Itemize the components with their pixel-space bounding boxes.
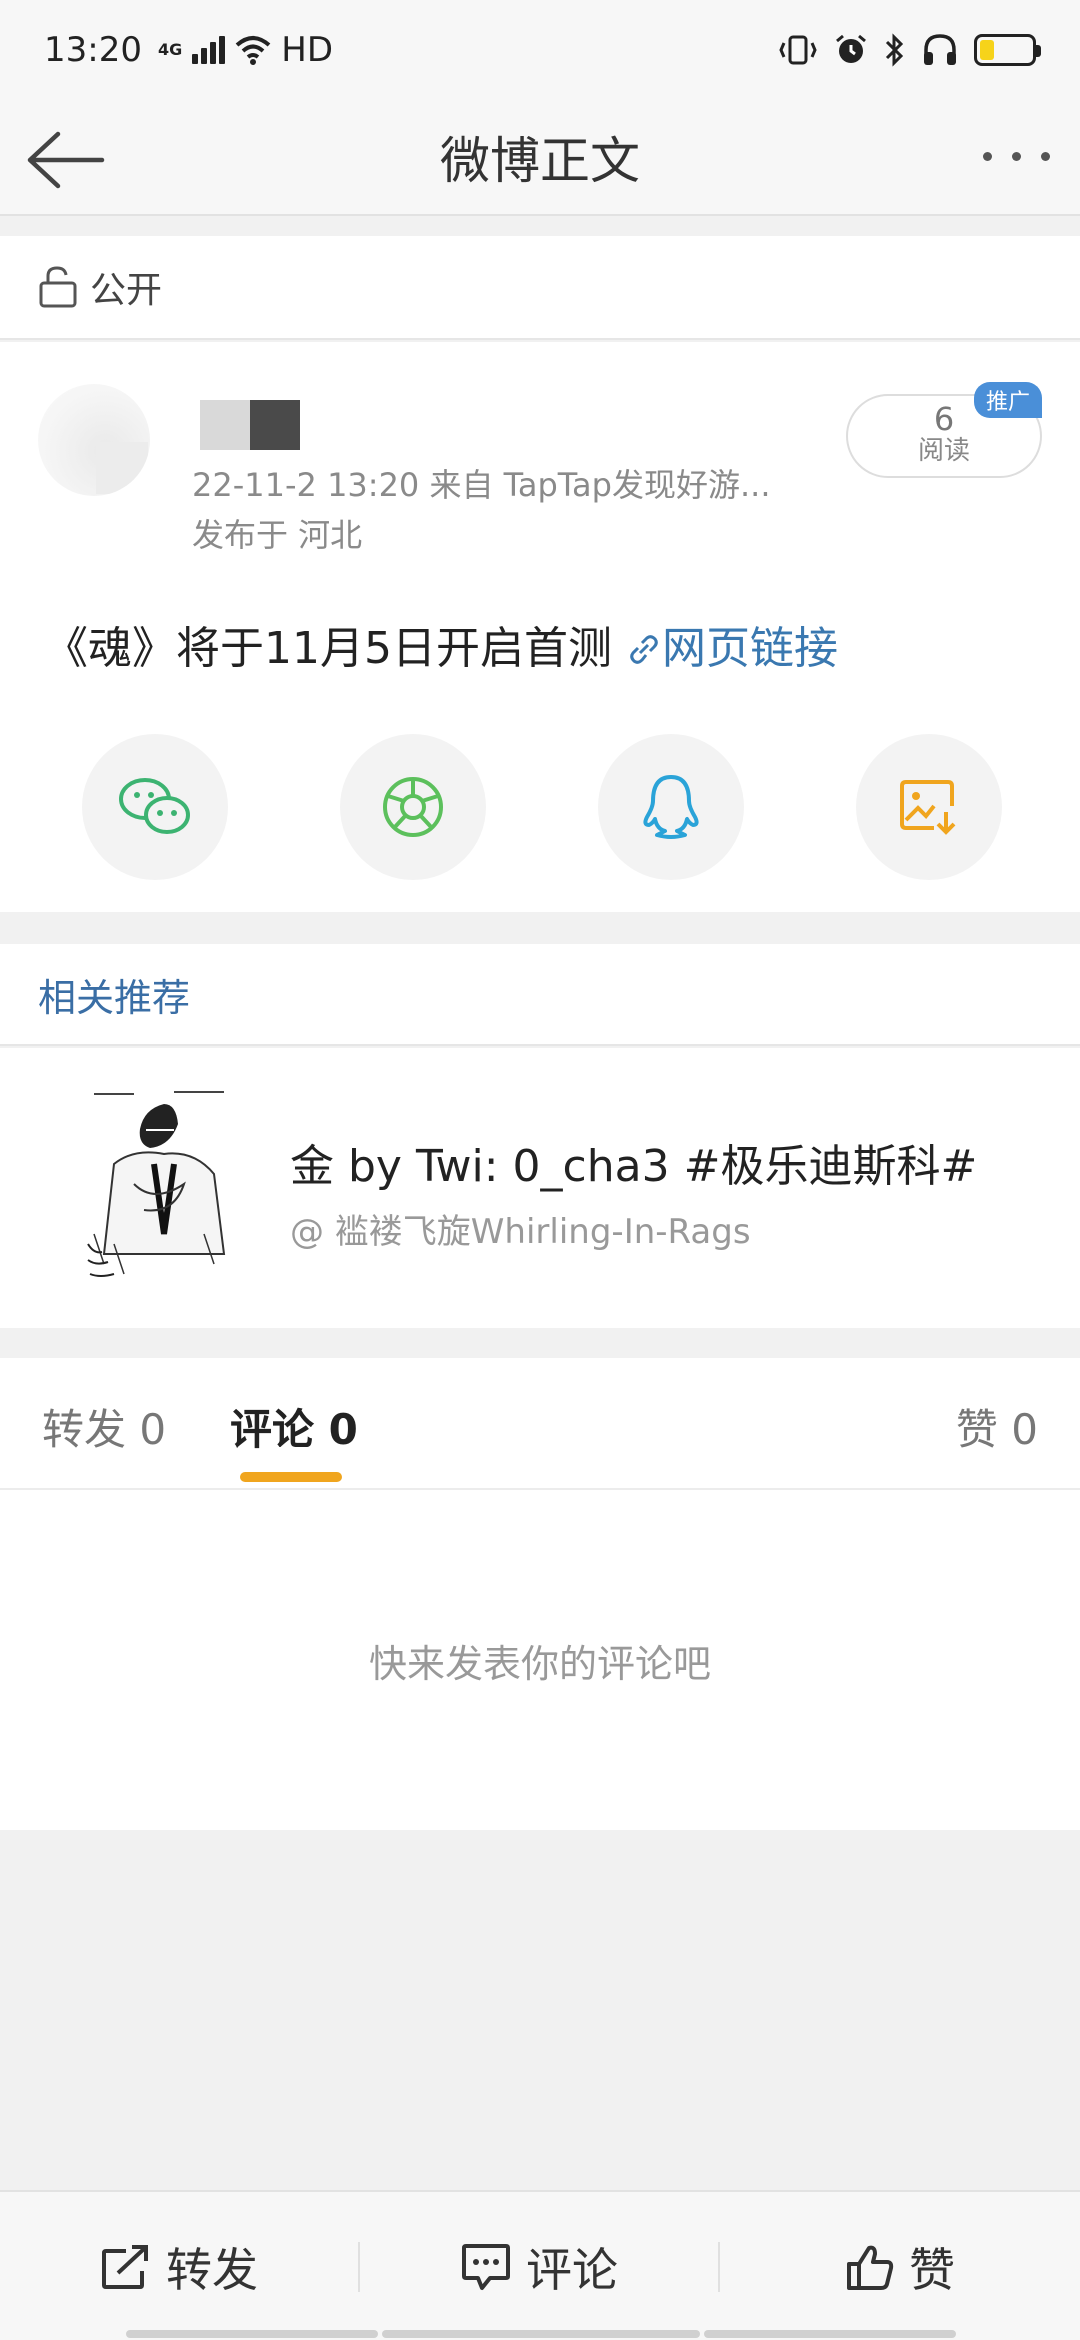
nav-bar: 微博正文 — [0, 100, 1080, 216]
status-time: 13:20 — [44, 30, 142, 70]
moments-icon — [383, 777, 443, 837]
battery-icon — [974, 34, 1041, 66]
battery-level — [980, 40, 994, 60]
empty-comments-text: 快来发表你的评论吧 — [368, 1641, 711, 1686]
wifi-icon — [235, 36, 271, 65]
read-label: 阅读 — [917, 436, 970, 466]
related-thumbnail[interactable] — [74, 1084, 254, 1284]
share-moments-button[interactable] — [340, 734, 486, 880]
home-indicator — [382, 2330, 700, 2338]
save-image-icon — [900, 780, 956, 835]
post-body: 《魂》将于11月5日开启首测 — [44, 623, 626, 674]
comment-label: 评论 — [526, 2243, 618, 2297]
visibility-label: 公开 — [90, 270, 163, 311]
wechat-icon — [119, 778, 190, 834]
promo-tag[interactable]: 推广 — [973, 382, 1042, 418]
share-wechat-button[interactable] — [82, 734, 228, 880]
hd-label: HD — [281, 30, 333, 70]
share-row — [0, 734, 1080, 884]
like-label: 赞 — [909, 2243, 955, 2297]
status-right — [778, 33, 1041, 67]
active-tab-indicator — [240, 1472, 342, 1482]
comments-area: 快来发表你的评论吧 — [0, 1490, 1080, 1830]
repost-icon — [102, 2245, 148, 2289]
comment-button[interactable]: 评论 — [360, 2192, 718, 2340]
bluetooth-icon — [885, 33, 904, 67]
unlock-icon — [39, 266, 77, 308]
comment-icon — [462, 2244, 510, 2290]
post-location: 发布于 河北 — [192, 516, 363, 554]
avatar[interactable] — [38, 384, 150, 496]
post-meta: 22-11-2 13:20 来自 TapTap发现好游... — [192, 466, 771, 504]
network-type: 4G — [157, 40, 183, 59]
qq-icon — [643, 775, 699, 839]
signal-icon — [192, 36, 226, 64]
visibility-bar: 公开 — [0, 236, 1080, 340]
related-header: 相关推荐 — [0, 944, 1080, 1046]
status-bar: 13:20 4G HD — [0, 0, 1080, 100]
post-text: 《魂》将于11月5日开启首测 网页链接 — [44, 612, 838, 676]
related-item-author: @ 褴褛飞旋Whirling-In-Rags — [290, 1212, 751, 1252]
tab-like[interactable]: 赞 0 — [956, 1396, 1038, 1457]
read-count-badge[interactable]: 6 阅读 推广 — [846, 382, 1042, 478]
tab-comment[interactable]: 评论 0 — [230, 1396, 358, 1457]
interaction-tabs: 转发 0 评论 0 赞 0 — [0, 1358, 1080, 1490]
related-title: 相关推荐 — [38, 975, 191, 1020]
tab-repost[interactable]: 转发 0 — [42, 1396, 166, 1457]
home-indicator — [126, 2330, 378, 2338]
headphones-icon — [924, 34, 956, 65]
related-item[interactable]: 金 by Twi: 0_cha3 #极乐迪斯科# @ 褴褛飞旋Whirling-… — [0, 1048, 1080, 1328]
related-item-title: 金 by Twi: 0_cha3 #极乐迪斯科# — [290, 1141, 978, 1192]
post-card: 22-11-2 13:20 来自 TapTap发现好游... 发布于 河北 6 … — [0, 342, 1080, 912]
page-title: 微博正文 — [440, 132, 640, 190]
link-icon[interactable] — [626, 631, 662, 667]
alarm-icon — [836, 34, 866, 63]
share-qq-button[interactable] — [598, 734, 744, 880]
like-button[interactable]: 赞 — [720, 2192, 1080, 2340]
author-name-blurred[interactable] — [200, 400, 300, 450]
save-image-button[interactable] — [856, 734, 1002, 880]
repost-button[interactable]: 转发 — [0, 2192, 358, 2340]
home-indicator — [704, 2330, 956, 2338]
back-arrow-icon[interactable] — [26, 130, 106, 190]
thumbs-up-icon — [847, 2245, 894, 2290]
more-icon[interactable] — [983, 152, 1050, 161]
vibrate-icon — [779, 35, 817, 65]
repost-label: 转发 — [166, 2243, 258, 2297]
web-link[interactable]: 网页链接 — [662, 623, 838, 674]
status-left: 13:20 4G HD — [44, 30, 333, 70]
bottom-action-bar: 转发 评论 赞 — [0, 2190, 1080, 2340]
